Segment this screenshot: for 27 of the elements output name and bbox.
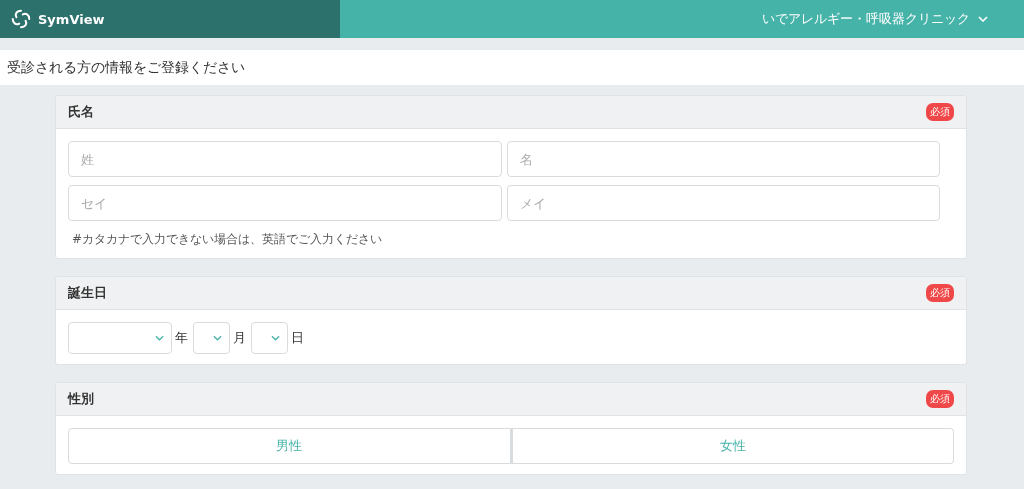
required-badge: 必須 (926, 390, 954, 408)
page-title: 受診される方の情報をご登録ください (7, 58, 245, 77)
text-field[interactable]: 名 (506, 141, 940, 177)
select-field[interactable] (68, 322, 172, 354)
text-field[interactable]: メイ (506, 185, 940, 221)
chevron-icon (978, 16, 988, 22)
chevron-icon (155, 335, 164, 341)
chevron-icon (271, 335, 280, 341)
required-badge: 必須 (926, 284, 954, 302)
chevron-icon (213, 335, 222, 341)
logo-icon (10, 8, 32, 30)
section-title: 性別 (68, 390, 94, 408)
unit-label: 日 (291, 329, 304, 347)
logo-text: SymView (38, 11, 105, 27)
gender-option[interactable]: 男性 (68, 428, 511, 464)
gender-option[interactable]: 女性 (510, 428, 954, 464)
unit-label: 年 (175, 329, 188, 347)
text-field[interactable]: セイ (68, 185, 502, 221)
section-title: 氏名 (68, 103, 94, 121)
select-field[interactable] (193, 322, 230, 354)
section-title: 誕生日 (68, 284, 107, 302)
text-field[interactable]: 姓 (68, 141, 502, 177)
required-badge: 必須 (926, 103, 954, 121)
select-field[interactable] (251, 322, 288, 354)
hint-text: #カタカナで入力できない場合は、英語でご入力ください (71, 231, 384, 248)
unit-label: 月 (233, 329, 246, 347)
clinic-menu[interactable]: いでアレルギー・呼吸器クリニック (762, 10, 988, 28)
